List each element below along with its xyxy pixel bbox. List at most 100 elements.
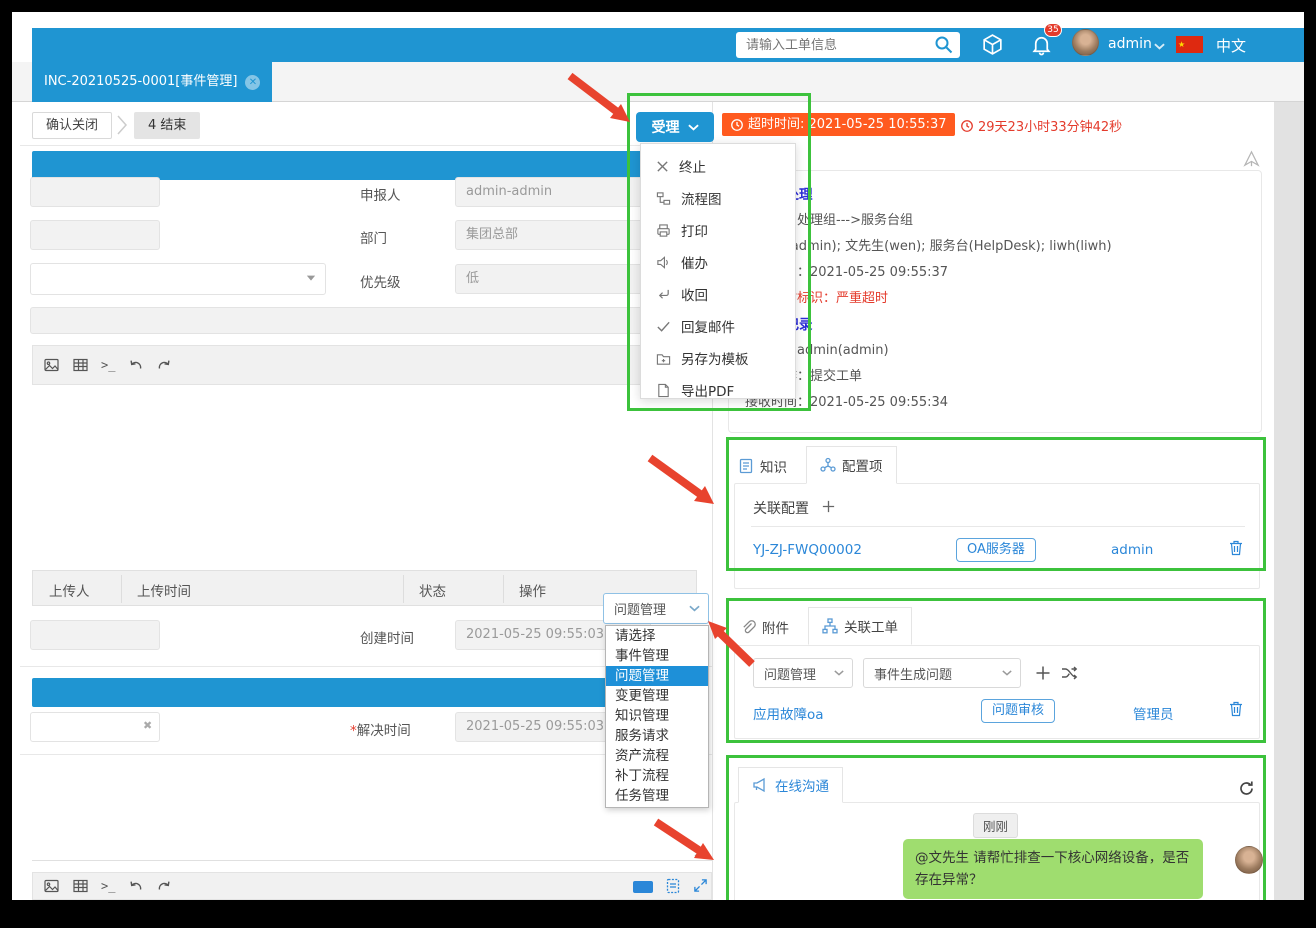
- menu-item-urge[interactable]: 催办: [641, 246, 795, 278]
- menu-item-print[interactable]: 打印: [641, 214, 795, 246]
- china-flag-icon[interactable]: ★: [1176, 36, 1203, 53]
- form-input-blank-1[interactable]: [30, 177, 160, 207]
- username-label[interactable]: admin: [1108, 36, 1152, 52]
- required-asterisk: *: [350, 723, 357, 739]
- fullscreen-expand-icon[interactable]: [693, 878, 708, 893]
- clear-input-icon[interactable]: ✖: [143, 719, 152, 732]
- relation-rule-select[interactable]: 事件生成问题: [863, 658, 1021, 688]
- history-line: 接收时间：2021-05-25 09:55:37: [745, 260, 1245, 286]
- select-chevron-down-icon: [689, 605, 700, 612]
- app-window: 35 admin ★ 中文 INC-20210525-0001[事件管理] ✕ …: [12, 12, 1304, 900]
- ci-owner-link[interactable]: admin: [1111, 542, 1153, 558]
- scrollbar-track[interactable]: [1274, 102, 1304, 900]
- option-please-select[interactable]: 请选择: [606, 626, 708, 646]
- language-switch[interactable]: 中文: [1216, 35, 1246, 56]
- option-asset-flow[interactable]: 资产流程: [606, 746, 708, 766]
- clock-icon: [730, 118, 744, 132]
- created-time-label: 创建时间: [360, 627, 414, 647]
- option-knowledge[interactable]: 知识管理: [606, 706, 708, 726]
- refresh-icon[interactable]: [1238, 780, 1255, 797]
- menu-item-flowchart[interactable]: 流程图: [641, 182, 795, 214]
- add-config-plus-icon[interactable]: [821, 499, 836, 514]
- insert-table-icon[interactable]: [72, 357, 89, 373]
- select-chevron-down-icon: [834, 670, 844, 676]
- user-avatar[interactable]: [1072, 29, 1099, 56]
- search-box[interactable]: [736, 32, 960, 58]
- code-terminal-icon[interactable]: >_: [101, 879, 115, 893]
- reporter-label: 申报人: [360, 184, 401, 204]
- insert-table-icon[interactable]: [72, 878, 89, 894]
- undo-icon[interactable]: [127, 357, 144, 373]
- menu-item-save-as-template[interactable]: 另存为模板: [641, 342, 795, 374]
- col-divider: [121, 575, 122, 603]
- editor-button-icon[interactable]: [633, 881, 653, 893]
- reporter-input[interactable]: admin-admin: [455, 177, 651, 207]
- department-input[interactable]: 集团总部: [455, 220, 651, 250]
- send-plane-icon[interactable]: [1242, 150, 1261, 169]
- related-type-select[interactable]: 问题管理: [753, 658, 853, 688]
- add-relation-plus-icon[interactable]: [1035, 665, 1051, 681]
- col-divider: [403, 575, 404, 603]
- user-chevron-down-icon[interactable]: [1154, 43, 1165, 50]
- ci-id-link[interactable]: YJ-ZJ-FWQ00002: [753, 542, 862, 558]
- form-select-blank[interactable]: [30, 263, 326, 295]
- tab-knowledge[interactable]: 知识: [738, 449, 787, 483]
- history-section-title[interactable]: 接收与记录: [745, 312, 1245, 338]
- insert-image-icon[interactable]: [43, 357, 60, 373]
- menu-item-terminate[interactable]: 终止: [641, 150, 795, 182]
- menu-item-withdraw[interactable]: 收回: [641, 278, 795, 310]
- priority-input[interactable]: 低: [455, 264, 651, 294]
- action-dropdown-menu: 终止 流程图 打印 催办 收回 回复邮件 另存为模板 导出PDF: [640, 143, 796, 399]
- trash-icon[interactable]: [1229, 701, 1243, 717]
- history-line: admin(admin); 文先生(wen); 服务台(HelpDesk); l…: [745, 234, 1245, 260]
- form-input-blank-2[interactable]: [30, 220, 160, 250]
- history-section-title[interactable]: 分析与处理: [745, 182, 1245, 208]
- file-pdf-icon: [656, 383, 671, 398]
- redo-icon[interactable]: [156, 357, 173, 373]
- trash-icon[interactable]: [1229, 540, 1243, 556]
- notification-badge: 35: [1044, 23, 1062, 37]
- sla-deadline-badge: 超时时间: 2021-05-25 10:55:37: [722, 113, 955, 136]
- col-uploader: 上传人: [49, 580, 90, 600]
- form-section-header-bar: [32, 151, 650, 180]
- option-incident[interactable]: 事件管理: [606, 646, 708, 666]
- attachment-doc-icon[interactable]: [665, 878, 681, 894]
- form-select-chevron-down-icon[interactable]: [306, 275, 316, 282]
- redo-icon[interactable]: [156, 878, 173, 894]
- insert-image-icon[interactable]: [43, 878, 60, 894]
- search-icon[interactable]: [934, 35, 954, 55]
- workflow-step-confirm-close[interactable]: 确认关闭: [32, 112, 112, 139]
- menu-item-export-pdf[interactable]: 导出PDF: [641, 374, 795, 406]
- tab-configuration-item[interactable]: 配置项: [806, 446, 897, 484]
- option-change[interactable]: 变更管理: [606, 686, 708, 706]
- menu-item-reply-email[interactable]: 回复邮件: [641, 310, 795, 342]
- form-input-long[interactable]: [30, 307, 650, 334]
- workflow-step-end[interactable]: 4 结束: [134, 112, 200, 139]
- undo-icon[interactable]: [127, 878, 144, 894]
- tab-related-ticket[interactable]: 关联工单: [808, 607, 912, 645]
- option-service-request[interactable]: 服务请求: [606, 726, 708, 746]
- related-owner-link[interactable]: 管理员: [1133, 703, 1174, 723]
- related-ticket-link[interactable]: 应用故障oa: [753, 703, 824, 723]
- process-history-panel: 分析与处理 操作人：处理组--->服务台组 admin(admin); 文先生(…: [728, 170, 1262, 433]
- folder-plus-icon: [656, 351, 671, 366]
- tab-close-icon[interactable]: ✕: [245, 75, 260, 90]
- history-line: 接收时间：2021-05-25 09:55:34: [745, 390, 1245, 416]
- search-input[interactable]: [736, 38, 960, 53]
- tab-incident-ticket[interactable]: INC-20210525-0001[事件管理] ✕: [32, 62, 272, 102]
- megaphone-icon: [752, 777, 769, 793]
- clock-icon: [960, 119, 974, 133]
- cube-icon[interactable]: [980, 32, 1005, 57]
- link-type-select[interactable]: 问题管理: [603, 593, 709, 624]
- option-problem[interactable]: 问题管理: [606, 666, 708, 686]
- form-input-blank-3[interactable]: [30, 620, 160, 650]
- code-terminal-icon[interactable]: >_: [101, 358, 115, 372]
- related-status-badge: 问题审核: [981, 699, 1055, 723]
- option-task[interactable]: 任务管理: [606, 786, 708, 806]
- annotation-arrow-to-accept-button: [560, 70, 644, 134]
- accept-button[interactable]: 受理: [636, 112, 714, 142]
- shuffle-icon[interactable]: [1061, 666, 1078, 680]
- option-patch-flow[interactable]: 补丁流程: [606, 766, 708, 786]
- tab-online-chat[interactable]: 在线沟通: [738, 767, 843, 803]
- resolved-ref-input[interactable]: [30, 712, 160, 742]
